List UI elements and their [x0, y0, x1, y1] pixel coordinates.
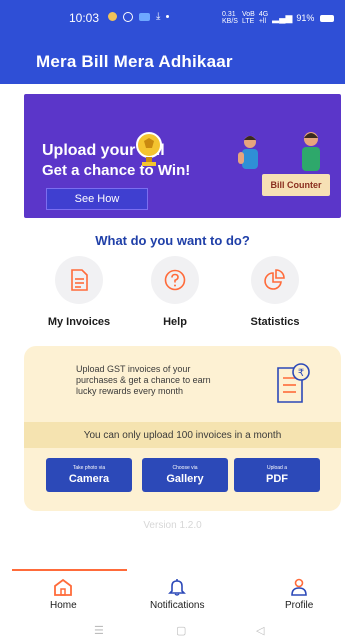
nav-label: Profile [285, 600, 314, 611]
person-illustration [238, 136, 258, 169]
more-dot-icon [166, 15, 170, 18]
recent-apps-icon[interactable]: ☰ [94, 624, 104, 637]
battery-percent: 91% [296, 13, 315, 23]
upload-description: Upload GST invoices of your purchases & … [76, 364, 211, 396]
download-icon: ⤓ [156, 11, 161, 22]
section-heading: What do you want to do? [95, 233, 250, 248]
svg-text:₹: ₹ [298, 368, 304, 379]
pdf-upload-button[interactable]: Upload a PDF [234, 458, 320, 492]
button-caption: Take photo via [72, 465, 106, 471]
volte-icon: VoB LTE [241, 11, 255, 25]
wifi-signal-icon: 4G +ll [258, 11, 269, 25]
statistics-button[interactable]: Statistics [230, 256, 320, 328]
home-system-icon[interactable]: ▢ [176, 624, 186, 637]
button-label: Gallery [166, 473, 204, 485]
camera-upload-button[interactable]: Take photo via Camera [46, 458, 132, 492]
system-icons: 0.31 KB/S VoB LTE 4G +ll ▂▄▆ 91% [222, 11, 335, 25]
back-icon[interactable]: ◁ [256, 624, 264, 637]
bell-icon [168, 579, 187, 596]
upload-invoice-card: Upload GST invoices of your purchases & … [24, 346, 341, 511]
message-icon [139, 12, 150, 21]
app-bar: Mera Bill Mera Adhikaar [0, 36, 345, 84]
gallery-upload-button[interactable]: Choose via Gallery [142, 458, 228, 492]
see-how-button[interactable]: See How [46, 188, 148, 210]
nav-label: Notifications [150, 600, 205, 611]
nav-notifications[interactable]: Notifications [150, 578, 204, 611]
help-icon [164, 269, 186, 291]
banner-subheadline: Get a chance to Win! [42, 162, 191, 179]
app-notification-icon [108, 12, 117, 21]
upload-limit-notice: You can only upload 100 invoices in a mo… [24, 422, 341, 448]
app-title: Mera Bill Mera Adhikaar [36, 52, 233, 71]
receipt-rupee-icon: ₹ [277, 363, 310, 403]
invoice-icon [71, 269, 88, 291]
profile-icon [291, 578, 307, 596]
help-icon-container [151, 256, 199, 304]
cashier-illustration [302, 132, 320, 171]
app-version: Version 1.2.0 [143, 520, 202, 531]
battery-icon [320, 14, 335, 22]
notification-icons: ⤓ [108, 11, 170, 22]
button-caption: Choose via [172, 465, 198, 471]
button-label: Camera [68, 473, 110, 485]
active-tab-indicator [12, 569, 127, 571]
bottom-navigation: Home Notifications Profile [0, 569, 345, 617]
nav-profile[interactable]: Profile [285, 578, 313, 611]
promo-banner[interactable]: Upload your Bill Get a chance to Win! Bi… [24, 94, 341, 218]
network-speed-icon: 0.31 KB/S [222, 11, 238, 25]
my-invoices-button[interactable]: My Invoices [34, 256, 124, 328]
status-bar: 10:03 ⤓ 0.31 KB/S VoB LTE 4G +ll ▂▄▆ 91% [0, 0, 345, 36]
invoice-icon-container [55, 256, 103, 304]
statistics-icon-container [251, 256, 299, 304]
signal-icon: ▂▄▆ [272, 12, 293, 23]
system-navigation-bar: ☰ ▢ ◁ [0, 620, 345, 641]
button-caption: Upload a [266, 465, 287, 471]
help-button[interactable]: Help [130, 256, 220, 328]
action-label: Help [163, 316, 187, 328]
trophy-icon [136, 132, 162, 166]
home-icon [54, 578, 73, 596]
nav-label: Home [50, 600, 77, 611]
button-label: PDF [266, 473, 288, 485]
action-label: My Invoices [47, 316, 111, 328]
pie-chart-icon [264, 269, 285, 290]
nav-home[interactable]: Home [50, 578, 77, 611]
action-label: Statistics [250, 316, 300, 328]
status-time: 10:03 [69, 11, 100, 25]
whatsapp-icon [123, 11, 133, 22]
bill-counter-sign: Bill Counter [262, 174, 330, 196]
